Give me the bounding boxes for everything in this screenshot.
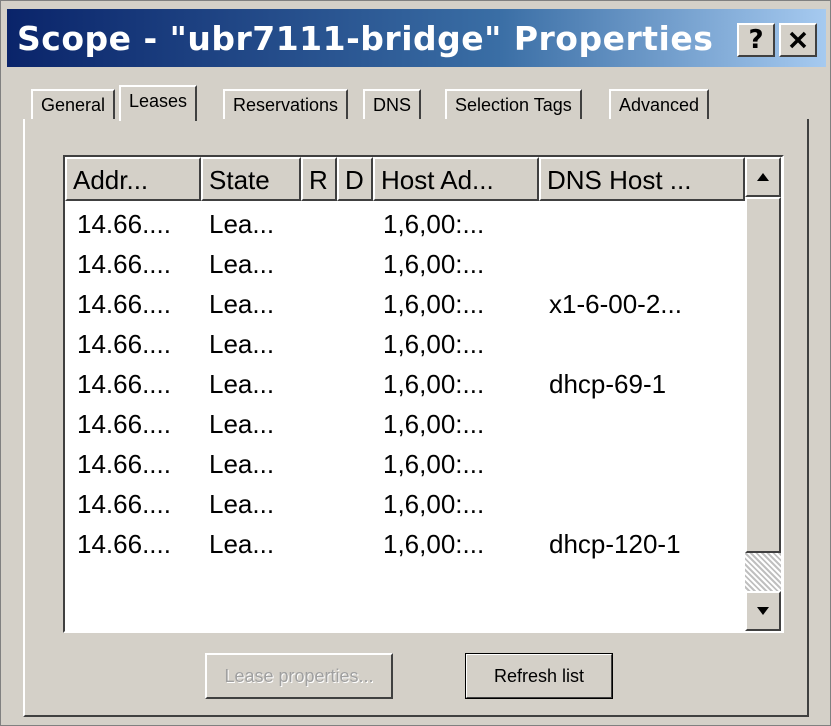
- table-row[interactable]: 14.66.... Lea... 1,6,00:...: [65, 201, 745, 241]
- cell-host-address: 1,6,00:...: [383, 329, 485, 359]
- cell-address: 14.66....: [77, 329, 171, 359]
- cell-state: Lea...: [209, 409, 275, 439]
- tab-reservations[interactable]: Reservations: [223, 89, 349, 119]
- cell-host-address: 1,6,00:...: [383, 409, 485, 439]
- table-row[interactable]: 14.66.... Lea... 1,6,00:...: [65, 401, 745, 441]
- leases-list[interactable]: Addr... State R D Host Ad... DNS Host ..…: [63, 155, 784, 633]
- title-bar[interactable]: Scope - "ubr7111-bridge" Properties ?: [7, 9, 826, 67]
- table-row[interactable]: 14.66.... Lea... 1,6,00:...: [65, 321, 745, 361]
- table-row[interactable]: 14.66.... Lea... 1,6,00:... x1-6-00-2...: [65, 281, 745, 321]
- scroll-thumb[interactable]: [745, 197, 781, 553]
- cell-address: 14.66....: [77, 489, 171, 519]
- table-row[interactable]: 14.66.... Lea... 1,6,00:...: [65, 241, 745, 281]
- window-title: Scope - "ubr7111-bridge" Properties: [17, 19, 714, 58]
- scroll-up-button[interactable]: [745, 157, 781, 197]
- arrow-up-icon: [757, 173, 769, 181]
- cell-state: Lea...: [209, 249, 275, 279]
- cell-address: 14.66....: [77, 209, 171, 239]
- table-row[interactable]: 14.66.... Lea... 1,6,00:...: [65, 481, 745, 521]
- cell-host-address: 1,6,00:...: [383, 249, 485, 279]
- column-header-address[interactable]: Addr...: [65, 157, 201, 201]
- cell-state: Lea...: [209, 209, 275, 239]
- scroll-down-button[interactable]: [745, 591, 781, 631]
- cell-address: 14.66....: [77, 249, 171, 279]
- cell-state: Lea...: [209, 369, 275, 399]
- column-header-r[interactable]: R: [301, 157, 337, 201]
- cell-state: Lea...: [209, 529, 275, 559]
- cell-state: Lea...: [209, 489, 275, 519]
- column-header-state[interactable]: State: [201, 157, 301, 201]
- cell-host-address: 1,6,00:...: [383, 289, 485, 319]
- column-header-host-address[interactable]: Host Ad...: [373, 157, 539, 201]
- tab-leases[interactable]: Leases: [119, 85, 198, 121]
- column-header-d[interactable]: D: [337, 157, 373, 201]
- column-header-dns-host[interactable]: DNS Host ...: [539, 157, 745, 201]
- tab-advanced[interactable]: Advanced: [609, 89, 710, 119]
- cell-dns-host: dhcp-120-1: [549, 529, 681, 559]
- cell-host-address: 1,6,00:...: [383, 529, 485, 559]
- arrow-down-icon: [757, 607, 769, 615]
- table-row[interactable]: 14.66.... Lea... 1,6,00:... dhcp-69-1: [65, 361, 745, 401]
- table-row[interactable]: 14.66.... Lea... 1,6,00:...: [65, 441, 745, 481]
- cell-dns-host: x1-6-00-2...: [549, 289, 682, 319]
- tab-selection-tags[interactable]: Selection Tags: [445, 89, 582, 119]
- help-button[interactable]: ?: [737, 23, 775, 57]
- cell-host-address: 1,6,00:...: [383, 209, 485, 239]
- cell-state: Lea...: [209, 289, 275, 319]
- tab-strip: General Leases Reservations DNS Selectio…: [31, 85, 821, 121]
- refresh-list-button[interactable]: Refresh list: [465, 653, 613, 699]
- tab-general[interactable]: General: [31, 89, 116, 119]
- close-button[interactable]: [779, 23, 817, 57]
- cell-state: Lea...: [209, 449, 275, 479]
- close-icon: [789, 31, 807, 49]
- scroll-track[interactable]: [745, 553, 781, 591]
- cell-address: 14.66....: [77, 409, 171, 439]
- cell-host-address: 1,6,00:...: [383, 369, 485, 399]
- cell-address: 14.66....: [77, 289, 171, 319]
- lease-properties-button[interactable]: Lease properties...: [205, 653, 393, 699]
- cell-address: 14.66....: [77, 529, 171, 559]
- cell-state: Lea...: [209, 329, 275, 359]
- vertical-scrollbar[interactable]: [745, 157, 781, 631]
- table-row[interactable]: 14.66.... Lea... 1,6,00:... dhcp-120-1: [65, 521, 745, 561]
- tab-dns[interactable]: DNS: [363, 89, 422, 119]
- cell-host-address: 1,6,00:...: [383, 489, 485, 519]
- cell-dns-host: dhcp-69-1: [549, 369, 667, 399]
- properties-dialog: Scope - "ubr7111-bridge" Properties ? Ge…: [0, 0, 831, 726]
- list-header: Addr... State R D Host Ad... DNS Host ..…: [65, 157, 745, 201]
- cell-address: 14.66....: [77, 449, 171, 479]
- cell-address: 14.66....: [77, 369, 171, 399]
- cell-host-address: 1,6,00:...: [383, 449, 485, 479]
